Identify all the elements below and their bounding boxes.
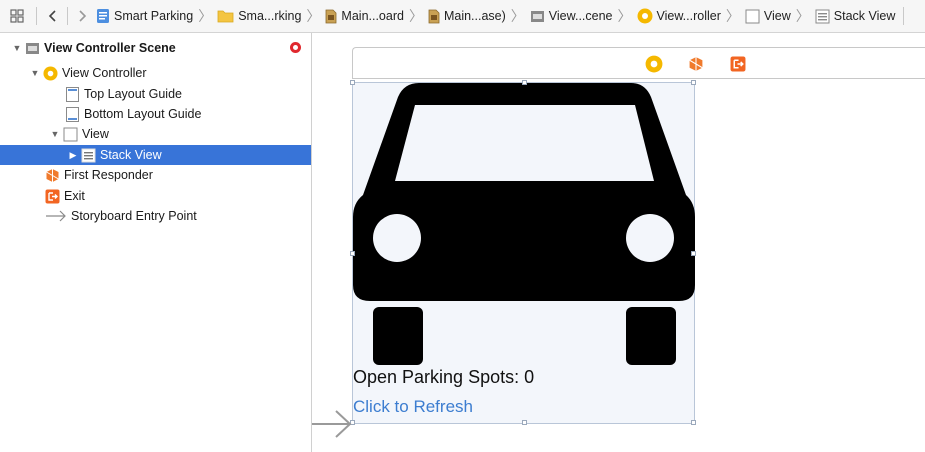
divider	[36, 7, 37, 25]
crumb-storyboard[interactable]: Main...oard	[325, 0, 404, 32]
crumb-label: View	[763, 9, 791, 23]
view-controller-icon	[43, 65, 58, 81]
outline-scene-title: View Controller Scene	[44, 41, 176, 55]
crumb-label: Sma...rking	[238, 9, 302, 23]
outline-view-controller-row[interactable]: ▼ View Controller	[0, 63, 311, 83]
chevron-right-icon	[79, 10, 87, 22]
outline-label: Exit	[64, 189, 85, 203]
view-controller-icon[interactable]	[645, 55, 663, 73]
outline-label: View Controller	[62, 66, 147, 80]
resize-handle[interactable]	[350, 251, 355, 256]
breadcrumb-chevron-icon: 〉	[795, 8, 810, 24]
outline-view-row[interactable]: ▼ View	[0, 124, 311, 144]
refresh-button[interactable]: Click to Refresh	[353, 397, 473, 417]
outline-label: Storyboard Entry Point	[71, 209, 197, 223]
warning-badge-icon[interactable]	[290, 42, 301, 53]
view-icon	[63, 127, 78, 142]
exit-icon[interactable]	[729, 55, 747, 73]
folder-icon	[217, 10, 234, 23]
breadcrumb-chevron-icon: 〉	[617, 8, 632, 24]
outline-label: Bottom Layout Guide	[84, 107, 202, 121]
exit-icon	[45, 189, 60, 204]
disclosure-down-icon[interactable]: ▼	[30, 68, 40, 78]
resize-handle[interactable]	[522, 420, 527, 425]
breadcrumb-chevron-icon: 〉	[725, 8, 740, 24]
crumb-view-controller[interactable]: View...roller	[637, 0, 721, 32]
outline-label: Stack View	[100, 148, 162, 162]
open-spots-label: Open Parking Spots: 0	[353, 367, 535, 387]
disclosure-right-icon[interactable]: ▶	[68, 150, 78, 161]
outline-exit-row[interactable]: Exit	[0, 186, 311, 206]
outline-first-responder-row[interactable]: First Responder	[0, 165, 311, 185]
resize-handle[interactable]	[691, 420, 696, 425]
first-responder-icon[interactable]	[687, 55, 705, 73]
disclosure-down-icon[interactable]: ▼	[50, 129, 60, 139]
grid-icon	[10, 9, 24, 23]
scene-dock	[352, 47, 925, 79]
chevron-left-icon	[48, 10, 56, 22]
jump-bar: Smart Parking 〉 Sma...rking 〉 Main...oar…	[0, 0, 925, 33]
breadcrumb-chevron-icon: 〉	[510, 8, 525, 24]
outline-label: View	[82, 127, 109, 141]
crumb-stack-view[interactable]: Stack View	[815, 0, 896, 32]
stack-view-icon	[81, 148, 96, 163]
crumb-label: View...cene	[548, 9, 613, 23]
scene-icon	[25, 41, 40, 56]
related-items-button[interactable]	[0, 0, 34, 32]
crumb-label: Main...oard	[341, 9, 404, 23]
divider	[903, 7, 905, 25]
crumb-project[interactable]: Smart Parking	[96, 0, 194, 32]
breadcrumb-chevron-icon: 〉	[306, 8, 321, 24]
layout-guide-icon	[65, 106, 80, 122]
crumb-label: View...roller	[656, 9, 721, 23]
storyboard-icon	[326, 9, 337, 23]
outline-label: First Responder	[64, 168, 153, 182]
storyboard-canvas[interactable]: Open Parking Spots: 0 Click to Refresh	[312, 33, 925, 452]
resize-handle[interactable]	[522, 80, 527, 85]
first-responder-icon	[45, 168, 60, 183]
car-image[interactable]	[353, 83, 696, 373]
entry-arrow-icon	[45, 209, 67, 224]
crumb-label: Stack View	[833, 9, 896, 23]
layout-guide-icon	[65, 86, 80, 102]
view-icon	[745, 9, 760, 23]
outline-scene-row[interactable]: ▼ View Controller Scene	[0, 38, 311, 58]
breadcrumb-chevron-icon: 〉	[198, 8, 213, 24]
outline-bottom-layout-guide-row[interactable]: Bottom Layout Guide	[0, 104, 311, 124]
crumb-label: Smart Parking	[114, 9, 194, 23]
back-button[interactable]	[39, 0, 67, 32]
crumb-group[interactable]: Sma...rking	[217, 0, 302, 32]
breadcrumb-chevron-icon: 〉	[408, 8, 423, 24]
resize-handle[interactable]	[691, 251, 696, 256]
project-icon	[97, 9, 109, 23]
view-controller-view[interactable]: Open Parking Spots: 0 Click to Refresh	[350, 80, 696, 425]
crumb-label: Main...ase)	[443, 9, 506, 23]
storyboard-icon	[428, 9, 440, 23]
stack-view-icon	[815, 9, 830, 23]
resize-handle[interactable]	[350, 80, 355, 85]
crumb-view[interactable]: View	[745, 0, 791, 32]
crumb-storyboard-base[interactable]: Main...ase)	[428, 0, 506, 32]
outline-label: Top Layout Guide	[84, 87, 182, 101]
forward-button[interactable]	[68, 0, 96, 32]
outline-top-layout-guide-row[interactable]: Top Layout Guide	[0, 84, 311, 104]
crumb-scene[interactable]: View...cene	[530, 0, 613, 32]
scene-icon	[530, 10, 544, 22]
entry-point-arrow-icon[interactable]	[312, 409, 354, 439]
disclosure-down-icon[interactable]: ▼	[12, 43, 22, 53]
view-controller-icon	[637, 8, 652, 24]
outline-entry-point-row[interactable]: Storyboard Entry Point	[0, 206, 311, 226]
document-outline: ▼ View Controller Scene ▼ View Controlle…	[0, 33, 312, 452]
outline-stack-view-row[interactable]: ▶ Stack View	[0, 145, 311, 165]
resize-handle[interactable]	[691, 80, 696, 85]
